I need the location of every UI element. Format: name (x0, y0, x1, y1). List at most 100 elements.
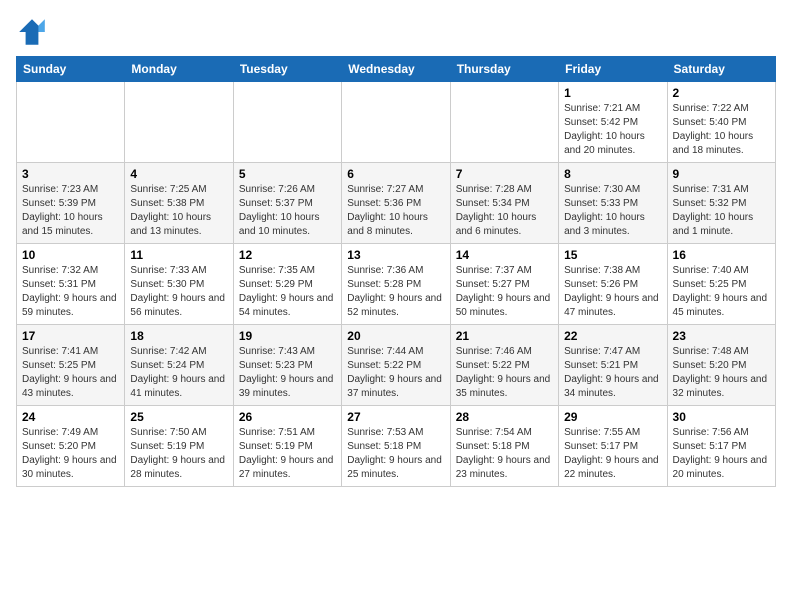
day-info: Sunrise: 7:38 AMSunset: 5:26 PMDaylight:… (564, 264, 661, 320)
day-info: Sunrise: 7:33 AMSunset: 5:30 PMDaylight:… (130, 264, 227, 320)
day-number: 30 (673, 410, 770, 424)
day-number: 8 (564, 167, 661, 181)
day-info: Sunrise: 7:27 AMSunset: 5:36 PMDaylight:… (347, 183, 444, 239)
day-cell: 9 Sunrise: 7:31 AMSunset: 5:32 PMDaylight… (667, 163, 775, 244)
day-cell (450, 82, 558, 163)
day-info: Sunrise: 7:43 AMSunset: 5:23 PMDaylight:… (239, 345, 336, 401)
logo (16, 16, 52, 48)
day-number: 16 (673, 248, 770, 262)
day-info: Sunrise: 7:41 AMSunset: 5:25 PMDaylight:… (22, 345, 119, 401)
day-info: Sunrise: 7:56 AMSunset: 5:17 PMDaylight:… (673, 426, 770, 482)
day-number: 24 (22, 410, 119, 424)
day-info: Sunrise: 7:23 AMSunset: 5:39 PMDaylight:… (22, 183, 119, 239)
day-number: 25 (130, 410, 227, 424)
day-info: Sunrise: 7:55 AMSunset: 5:17 PMDaylight:… (564, 426, 661, 482)
logo-icon (16, 16, 48, 48)
calendar-table: SundayMondayTuesdayWednesdayThursdayFrid… (16, 56, 776, 487)
day-number: 13 (347, 248, 444, 262)
day-cell: 13 Sunrise: 7:36 AMSunset: 5:28 PMDayligh… (342, 244, 450, 325)
day-cell: 17 Sunrise: 7:41 AMSunset: 5:25 PMDayligh… (17, 325, 125, 406)
column-header-thursday: Thursday (450, 57, 558, 82)
day-info: Sunrise: 7:42 AMSunset: 5:24 PMDaylight:… (130, 345, 227, 401)
column-header-sunday: Sunday (17, 57, 125, 82)
day-cell: 27Sunrise: 7:53 AMSunset: 5:18 PMDayligh… (342, 406, 450, 487)
day-info: Sunrise: 7:28 AMSunset: 5:34 PMDaylight:… (456, 183, 553, 239)
day-cell: 2Sunrise: 7:22 AMSunset: 5:40 PMDaylight… (667, 82, 775, 163)
day-number: 26 (239, 410, 336, 424)
day-number: 15 (564, 248, 661, 262)
day-number: 3 (22, 167, 119, 181)
day-info: Sunrise: 7:54 AMSunset: 5:18 PMDaylight:… (456, 426, 553, 482)
day-cell (233, 82, 341, 163)
day-cell: 1 Sunrise: 7:21 AMSunset: 5:42 PMDaylight… (559, 82, 667, 163)
day-number: 21 (456, 329, 553, 343)
day-cell: 3 Sunrise: 7:23 AMSunset: 5:39 PMDaylight… (17, 163, 125, 244)
day-cell: 4Sunrise: 7:25 AMSunset: 5:38 PMDaylight… (125, 163, 233, 244)
week-row-2: 3 Sunrise: 7:23 AMSunset: 5:39 PMDaylight… (17, 163, 776, 244)
day-number: 22 (564, 329, 661, 343)
day-info: Sunrise: 7:50 AMSunset: 5:19 PMDaylight:… (130, 426, 227, 482)
day-info: Sunrise: 7:21 AMSunset: 5:42 PMDaylight:… (564, 102, 661, 158)
day-cell: 30 Sunrise: 7:56 AMSunset: 5:17 PMDayligh… (667, 406, 775, 487)
day-number: 7 (456, 167, 553, 181)
day-cell (17, 82, 125, 163)
day-cell: 12Sunrise: 7:35 AMSunset: 5:29 PMDayligh… (233, 244, 341, 325)
day-cell: 25 Sunrise: 7:50 AMSunset: 5:19 PMDayligh… (125, 406, 233, 487)
day-cell: 15 Sunrise: 7:38 AMSunset: 5:26 PMDayligh… (559, 244, 667, 325)
day-cell: 6 Sunrise: 7:27 AMSunset: 5:36 PMDaylight… (342, 163, 450, 244)
day-info: Sunrise: 7:44 AMSunset: 5:22 PMDaylight:… (347, 345, 444, 401)
calendar-body: 1 Sunrise: 7:21 AMSunset: 5:42 PMDaylight… (17, 82, 776, 487)
week-row-4: 17 Sunrise: 7:41 AMSunset: 5:25 PMDayligh… (17, 325, 776, 406)
day-number: 6 (347, 167, 444, 181)
day-info: Sunrise: 7:26 AMSunset: 5:37 PMDaylight:… (239, 183, 336, 239)
day-info: Sunrise: 7:35 AMSunset: 5:29 PMDaylight:… (239, 264, 336, 320)
day-number: 29 (564, 410, 661, 424)
day-info: Sunrise: 7:48 AMSunset: 5:20 PMDaylight:… (673, 345, 770, 401)
day-number: 9 (673, 167, 770, 181)
day-number: 5 (239, 167, 336, 181)
day-info: Sunrise: 7:30 AMSunset: 5:33 PMDaylight:… (564, 183, 661, 239)
day-number: 23 (673, 329, 770, 343)
day-cell: 8 Sunrise: 7:30 AMSunset: 5:33 PMDaylight… (559, 163, 667, 244)
column-header-monday: Monday (125, 57, 233, 82)
day-number: 4 (130, 167, 227, 181)
day-number: 19 (239, 329, 336, 343)
day-cell: 20 Sunrise: 7:44 AMSunset: 5:22 PMDayligh… (342, 325, 450, 406)
day-number: 1 (564, 86, 661, 100)
week-row-3: 10 Sunrise: 7:32 AMSunset: 5:31 PMDayligh… (17, 244, 776, 325)
day-info: Sunrise: 7:49 AMSunset: 5:20 PMDaylight:… (22, 426, 119, 482)
day-number: 20 (347, 329, 444, 343)
day-info: Sunrise: 7:51 AMSunset: 5:19 PMDaylight:… (239, 426, 336, 482)
day-number: 11 (130, 248, 227, 262)
day-number: 17 (22, 329, 119, 343)
day-cell: 7 Sunrise: 7:28 AMSunset: 5:34 PMDaylight… (450, 163, 558, 244)
day-cell: 18 Sunrise: 7:42 AMSunset: 5:24 PMDayligh… (125, 325, 233, 406)
week-row-5: 24 Sunrise: 7:49 AMSunset: 5:20 PMDayligh… (17, 406, 776, 487)
day-info: Sunrise: 7:40 AMSunset: 5:25 PMDaylight:… (673, 264, 770, 320)
day-cell: 22 Sunrise: 7:47 AMSunset: 5:21 PMDayligh… (559, 325, 667, 406)
day-cell: 10 Sunrise: 7:32 AMSunset: 5:31 PMDayligh… (17, 244, 125, 325)
day-number: 27 (347, 410, 444, 424)
day-info: Sunrise: 7:32 AMSunset: 5:31 PMDaylight:… (22, 264, 119, 320)
day-cell: 23 Sunrise: 7:48 AMSunset: 5:20 PMDayligh… (667, 325, 775, 406)
week-row-1: 1 Sunrise: 7:21 AMSunset: 5:42 PMDaylight… (17, 82, 776, 163)
day-cell: 5 Sunrise: 7:26 AMSunset: 5:37 PMDaylight… (233, 163, 341, 244)
day-cell: 29 Sunrise: 7:55 AMSunset: 5:17 PMDayligh… (559, 406, 667, 487)
day-number: 14 (456, 248, 553, 262)
column-header-saturday: Saturday (667, 57, 775, 82)
day-cell (342, 82, 450, 163)
day-info: Sunrise: 7:47 AMSunset: 5:21 PMDaylight:… (564, 345, 661, 401)
day-info: Sunrise: 7:46 AMSunset: 5:22 PMDaylight:… (456, 345, 553, 401)
day-info: Sunrise: 7:36 AMSunset: 5:28 PMDaylight:… (347, 264, 444, 320)
day-number: 10 (22, 248, 119, 262)
day-cell (125, 82, 233, 163)
header-row: SundayMondayTuesdayWednesdayThursdayFrid… (17, 57, 776, 82)
day-info: Sunrise: 7:37 AMSunset: 5:27 PMDaylight:… (456, 264, 553, 320)
column-header-wednesday: Wednesday (342, 57, 450, 82)
day-cell: 24 Sunrise: 7:49 AMSunset: 5:20 PMDayligh… (17, 406, 125, 487)
day-cell: 28Sunrise: 7:54 AMSunset: 5:18 PMDayligh… (450, 406, 558, 487)
column-header-tuesday: Tuesday (233, 57, 341, 82)
day-info: Sunrise: 7:31 AMSunset: 5:32 PMDaylight:… (673, 183, 770, 239)
day-number: 18 (130, 329, 227, 343)
day-info: Sunrise: 7:22 AMSunset: 5:40 PMDaylight:… (673, 102, 770, 158)
